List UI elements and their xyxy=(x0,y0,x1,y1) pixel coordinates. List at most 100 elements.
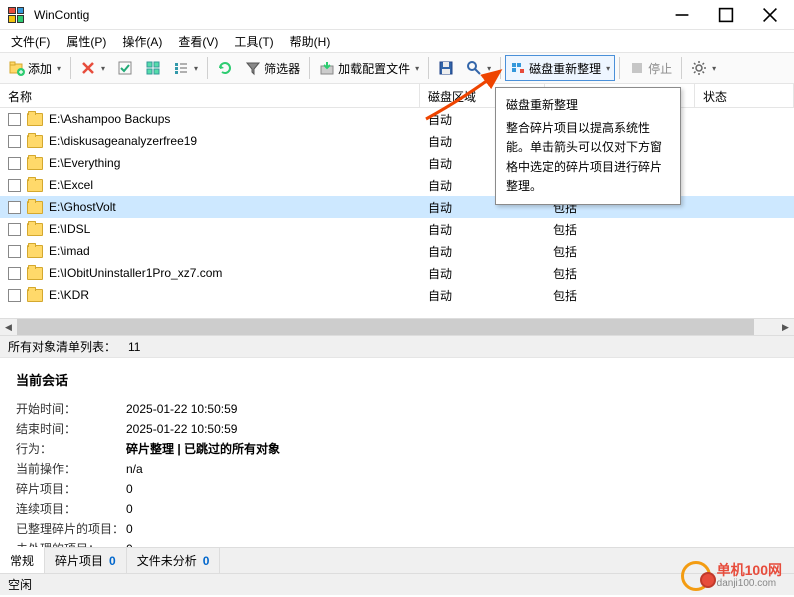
session-key: 当前操作： xyxy=(16,459,126,479)
folder-icon xyxy=(27,245,43,258)
table-row[interactable]: E:\IDSL自动包括 xyxy=(0,218,794,240)
scroll-left-icon[interactable]: ◀ xyxy=(0,319,17,335)
row-name: E:\diskusageanalyzerfree19 xyxy=(49,134,197,148)
folder-icon xyxy=(27,267,43,280)
list-tool-button[interactable]: ▾ xyxy=(168,55,203,81)
save-button[interactable] xyxy=(433,55,459,81)
delete-icon xyxy=(80,60,96,76)
menu-view[interactable]: 查看(V) xyxy=(171,31,225,52)
session-value: 2025-01-22 10:50:59 xyxy=(126,419,778,439)
status-count: 11 xyxy=(128,340,140,354)
analyze-button[interactable]: ▾ xyxy=(461,55,496,81)
defrag-icon xyxy=(510,60,526,76)
load-icon xyxy=(319,60,335,76)
row-name: E:\GhostVolt xyxy=(49,200,116,214)
menu-tool[interactable]: 工具(T) xyxy=(227,31,280,52)
session-key: 已整理碎片的项目： xyxy=(16,519,126,539)
row-name: E:\Ashampoo Backups xyxy=(49,112,170,126)
session-value: 0 xyxy=(126,539,778,547)
frag-count: 0 xyxy=(109,554,116,568)
separator xyxy=(309,57,310,79)
add-folder-icon xyxy=(9,60,25,76)
delete-button[interactable]: ▾ xyxy=(75,55,110,81)
toolbar: 添加 ▾ ▾ ▾ 筛选器 加载配置文件 ▾ ▾ 磁盘重新整理 ▾ xyxy=(0,52,794,84)
row-checkbox[interactable] xyxy=(8,267,21,280)
tab-unanalyzed[interactable]: 文件未分析 0 xyxy=(127,548,221,573)
table-row[interactable]: E:\KDR自动包括 xyxy=(0,284,794,306)
menu-attr[interactable]: 属性(P) xyxy=(59,31,113,52)
bottom-tabs: 常规 碎片项目 0 文件未分析 0 xyxy=(0,547,794,573)
session-value: 2025-01-22 10:50:59 xyxy=(126,399,778,419)
row-checkbox[interactable] xyxy=(8,245,21,258)
menu-help[interactable]: 帮助(H) xyxy=(283,31,338,52)
scroll-right-icon[interactable]: ▶ xyxy=(777,319,794,335)
defrag-button[interactable]: 磁盘重新整理 ▾ xyxy=(505,55,615,81)
window-title: WinContig xyxy=(30,8,660,22)
tab-frag-items[interactable]: 碎片项目 0 xyxy=(45,548,127,573)
watermark-text: 单机100网 xyxy=(717,563,782,578)
col-status[interactable]: 状态 xyxy=(695,84,794,107)
statusbar: 空闲 xyxy=(0,573,794,595)
add-button[interactable]: 添加 ▾ xyxy=(4,55,66,81)
grid-tool-button[interactable] xyxy=(140,55,166,81)
load-profile-label: 加载配置文件 xyxy=(338,60,410,77)
separator xyxy=(207,57,208,79)
checkbox-tool-button[interactable] xyxy=(112,55,138,81)
tooltip: 磁盘重新整理 整合碎片项目以提高系统性能。单击箭头可以仅对下方窗格中选定的碎片项… xyxy=(495,87,681,205)
settings-button[interactable]: ▾ xyxy=(686,55,721,81)
refresh-icon xyxy=(217,60,233,76)
watermark: 单机100网 danji100.com xyxy=(681,561,782,591)
row-analyze: 包括 xyxy=(545,287,695,304)
chevron-down-icon: ▾ xyxy=(101,64,105,73)
close-button[interactable] xyxy=(748,1,792,29)
session-row: 连续项目：0 xyxy=(16,499,778,519)
row-name: E:\Excel xyxy=(49,178,93,192)
separator xyxy=(500,57,501,79)
unanalyzed-count: 0 xyxy=(203,554,210,568)
row-checkbox[interactable] xyxy=(8,223,21,236)
menu-file[interactable]: 文件(F) xyxy=(4,31,57,52)
row-checkbox[interactable] xyxy=(8,289,21,302)
minimize-button[interactable] xyxy=(660,1,704,29)
row-name: E:\Everything xyxy=(49,156,120,170)
chevron-down-icon: ▾ xyxy=(606,64,610,73)
session-row: 当前操作：n/a xyxy=(16,459,778,479)
folder-icon xyxy=(27,289,43,302)
separator xyxy=(70,57,71,79)
row-checkbox[interactable] xyxy=(8,157,21,170)
session-value: 0 xyxy=(126,479,778,499)
chevron-down-icon: ▾ xyxy=(415,64,419,73)
tab-general[interactable]: 常规 xyxy=(0,547,45,573)
table-row[interactable]: E:\imad自动包括 xyxy=(0,240,794,262)
stop-button[interactable]: 停止 xyxy=(624,55,677,81)
row-analyze: 包括 xyxy=(545,265,695,282)
load-profile-button[interactable]: 加载配置文件 ▾ xyxy=(314,55,424,81)
session-value: 0 xyxy=(126,519,778,539)
menu-action[interactable]: 操作(A) xyxy=(115,31,169,52)
session-value: 0 xyxy=(126,499,778,519)
row-checkbox[interactable] xyxy=(8,135,21,148)
session-row: 已整理碎片的项目：0 xyxy=(16,519,778,539)
filter-button[interactable]: 筛选器 xyxy=(240,55,305,81)
session-key: 行为： xyxy=(16,439,126,459)
horizontal-scrollbar[interactable]: ◀ ▶ xyxy=(0,318,794,335)
session-key: 结束时间： xyxy=(16,419,126,439)
row-checkbox[interactable] xyxy=(8,113,21,126)
app-icon xyxy=(8,7,24,23)
table-row[interactable]: E:\IObitUninstaller1Pro_xz7.com自动包括 xyxy=(0,262,794,284)
row-analyze: 包括 xyxy=(545,243,695,260)
session-row: 行为：碎片整理 | 已跳过的所有对象 xyxy=(16,439,778,459)
row-checkbox[interactable] xyxy=(8,201,21,214)
session-row: 开始时间：2025-01-22 10:50:59 xyxy=(16,399,778,419)
maximize-button[interactable] xyxy=(704,1,748,29)
col-name[interactable]: 名称 xyxy=(0,84,420,107)
filter-label: 筛选器 xyxy=(264,60,300,77)
row-checkbox[interactable] xyxy=(8,179,21,192)
separator xyxy=(428,57,429,79)
stop-label: 停止 xyxy=(648,60,672,77)
status-label: 所有对象清单列表： xyxy=(8,338,116,355)
gear-icon xyxy=(691,60,707,76)
titlebar: WinContig xyxy=(0,0,794,30)
refresh-button[interactable] xyxy=(212,55,238,81)
folder-icon xyxy=(27,223,43,236)
